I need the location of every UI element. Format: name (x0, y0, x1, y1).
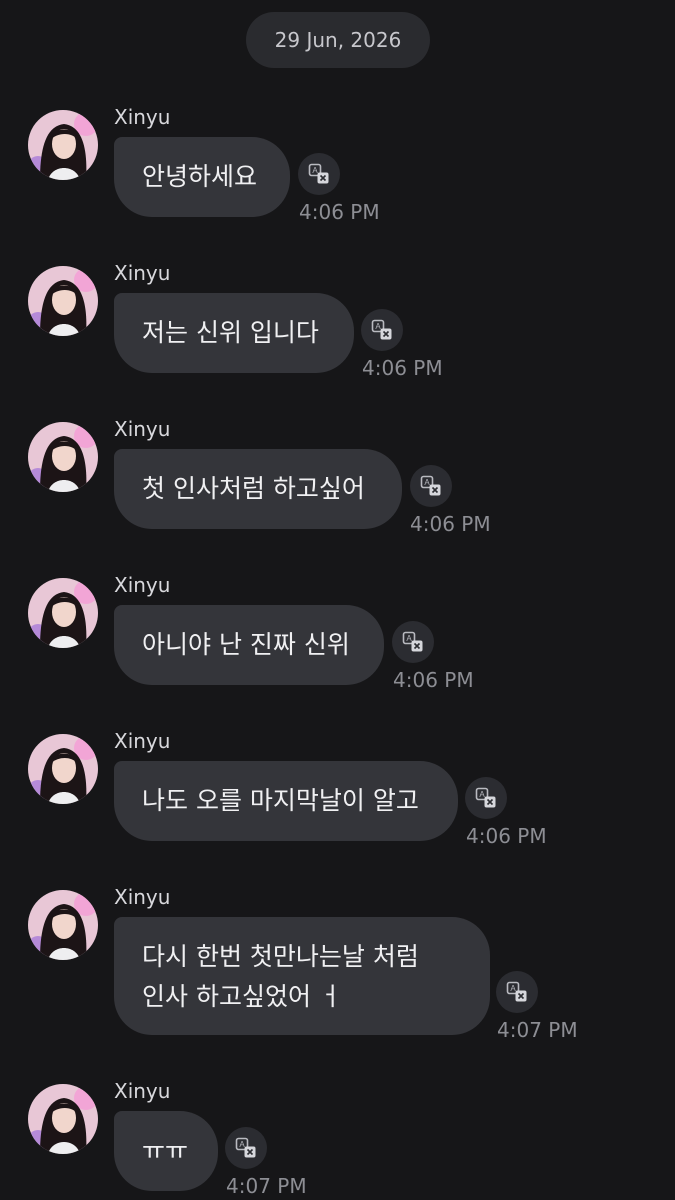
avatar-photo (28, 734, 98, 804)
svg-text:A: A (312, 166, 318, 175)
message-bubble[interactable]: 아니야 난 진짜 신위 (114, 605, 384, 685)
svg-text:A: A (239, 1140, 245, 1149)
translate-button[interactable]: A (465, 777, 507, 819)
sender-name: Xinyu (114, 885, 171, 909)
svg-text:A: A (479, 790, 485, 799)
message-timestamp: 4:06 PM (410, 512, 491, 536)
translate-button[interactable]: A (392, 621, 434, 663)
avatar-photo (28, 890, 98, 960)
translate-icon: A (308, 163, 329, 184)
avatar[interactable] (28, 110, 98, 180)
translate-icon: A (475, 787, 496, 808)
avatar-photo (28, 578, 98, 648)
translate-icon: A (420, 475, 441, 496)
date-divider: 29 Jun, 2026 (246, 12, 430, 68)
message-bubble[interactable]: 첫 인사처럼 하고싶어 (114, 449, 402, 529)
avatar-photo (28, 1084, 98, 1154)
message-bubble[interactable]: 나도 오를 마지막날이 알고 (114, 761, 458, 841)
svg-text:A: A (510, 984, 516, 993)
sender-name: Xinyu (114, 105, 171, 129)
svg-text:A: A (375, 322, 381, 331)
message-bubble[interactable]: ㅠㅠ (114, 1111, 218, 1191)
avatar-photo (28, 266, 98, 336)
message-bubble[interactable]: 저는 신위 입니다 (114, 293, 354, 373)
message-timestamp: 4:06 PM (466, 824, 547, 848)
translate-button[interactable]: A (225, 1127, 267, 1169)
message-timestamp: 4:06 PM (299, 200, 380, 224)
translate-button[interactable]: A (496, 971, 538, 1013)
date-divider-label: 29 Jun, 2026 (274, 28, 402, 52)
svg-text:A: A (424, 478, 430, 487)
sender-name: Xinyu (114, 729, 171, 753)
translate-button[interactable]: A (410, 465, 452, 507)
sender-name: Xinyu (114, 261, 171, 285)
translate-icon: A (371, 319, 392, 340)
sender-name: Xinyu (114, 573, 171, 597)
message-bubble[interactable]: 다시 한번 첫만나는날 처럼 인사 하고싶었어 ㅓ (114, 917, 490, 1035)
message-timestamp: 4:06 PM (362, 356, 443, 380)
translate-icon: A (506, 981, 527, 1002)
avatar[interactable] (28, 266, 98, 336)
translate-button[interactable]: A (298, 153, 340, 195)
translate-button[interactable]: A (361, 309, 403, 351)
message-timestamp: 4:07 PM (497, 1018, 578, 1042)
avatar-photo (28, 110, 98, 180)
avatar[interactable] (28, 578, 98, 648)
avatar[interactable] (28, 890, 98, 960)
avatar[interactable] (28, 422, 98, 492)
sender-name: Xinyu (114, 417, 171, 441)
message-bubble[interactable]: 안녕하세요 (114, 137, 290, 217)
message-timestamp: 4:06 PM (393, 668, 474, 692)
translate-icon: A (402, 631, 423, 652)
sender-name: Xinyu (114, 1079, 171, 1103)
avatar[interactable] (28, 734, 98, 804)
translate-icon: A (235, 1137, 256, 1158)
svg-text:A: A (406, 634, 412, 643)
message-timestamp: 4:07 PM (226, 1174, 307, 1198)
avatar[interactable] (28, 1084, 98, 1154)
avatar-photo (28, 422, 98, 492)
